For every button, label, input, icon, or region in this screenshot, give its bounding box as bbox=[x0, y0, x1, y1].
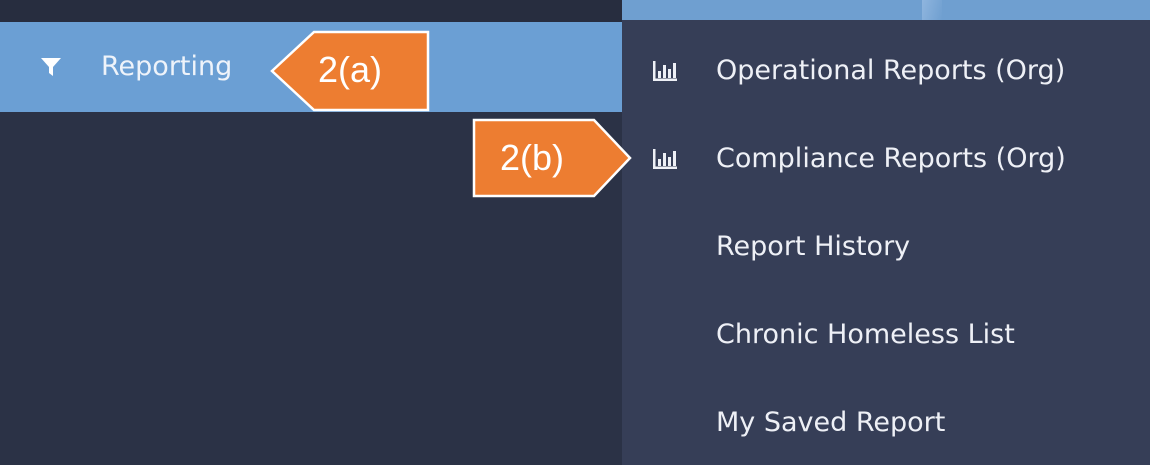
app-screen: Reporting Operational Reports (Org) Comp… bbox=[0, 0, 1150, 465]
submenu-item-label: Report History bbox=[716, 231, 911, 262]
submenu-item-my-saved-report[interactable]: My Saved Report bbox=[622, 380, 1150, 465]
filter-icon bbox=[40, 56, 62, 78]
submenu-item-chronic-homeless-list[interactable]: Chronic Homeless List bbox=[622, 292, 1150, 380]
submenu-item-label: Operational Reports (Org) bbox=[716, 55, 1066, 86]
bar-chart-icon bbox=[652, 60, 678, 82]
submenu-item-label: Chronic Homeless List bbox=[716, 319, 1015, 350]
callout-label: 2(a) bbox=[318, 49, 383, 90]
callout-label: 2(b) bbox=[500, 137, 565, 178]
bar-chart-icon bbox=[652, 148, 678, 170]
callout-2a: 2(a) bbox=[270, 30, 430, 112]
submenu-item-report-history[interactable]: Report History bbox=[622, 204, 1150, 292]
reporting-submenu: Operational Reports (Org) Compliance Rep… bbox=[622, 0, 1150, 465]
callout-2b: 2(b) bbox=[472, 118, 632, 198]
sidebar-top-bar bbox=[0, 0, 622, 22]
submenu-item-label: My Saved Report bbox=[716, 407, 946, 438]
submenu-item-label: Compliance Reports (Org) bbox=[716, 143, 1066, 174]
sidebar-item-label: Reporting bbox=[101, 51, 233, 82]
submenu-top-strip bbox=[622, 0, 1150, 20]
submenu-item-compliance-reports[interactable]: Compliance Reports (Org) bbox=[622, 116, 1150, 204]
submenu-item-operational-reports[interactable]: Operational Reports (Org) bbox=[622, 28, 1150, 116]
